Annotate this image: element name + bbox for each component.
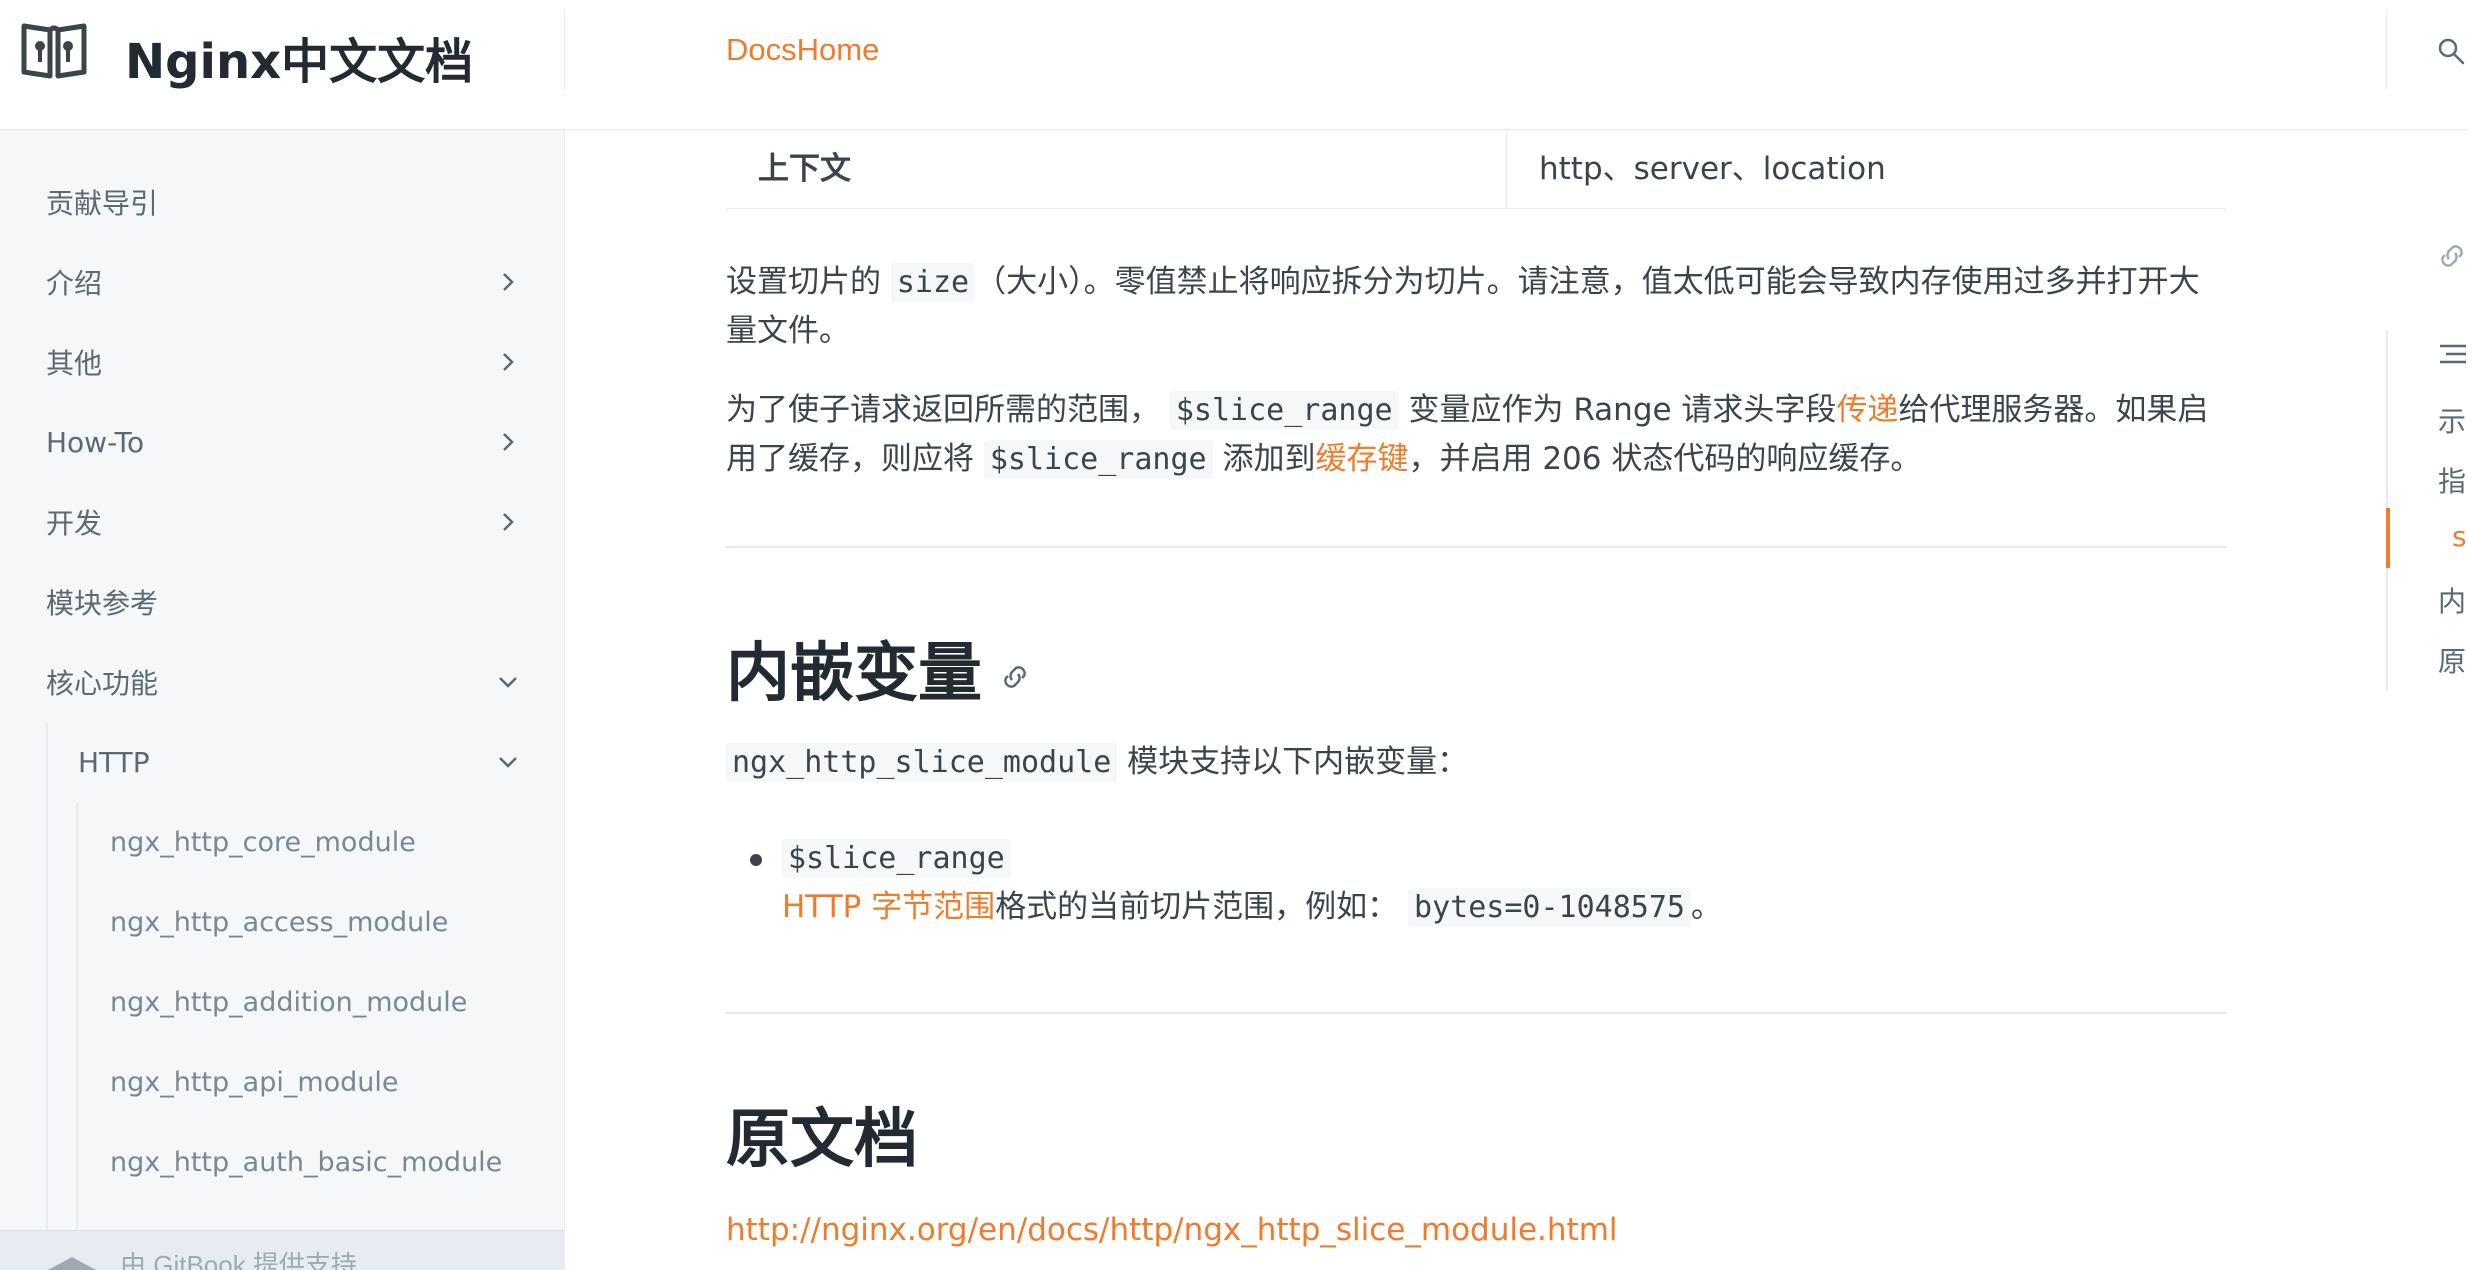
sidebar-item-label: How-To bbox=[46, 425, 145, 459]
toc-item[interactable]: 指 bbox=[2438, 460, 2466, 500]
sidebar-item-module-ref[interactable]: 模块参考 bbox=[46, 572, 526, 632]
toc-item[interactable]: 示 bbox=[2438, 400, 2466, 440]
list-item: $slice_range HTTP 字节范围格式的当前切片范围，例如： byte… bbox=[782, 834, 2226, 932]
sidebar-item-label: 其他 bbox=[46, 347, 103, 380]
proxy-pass-link[interactable]: 传递 bbox=[1836, 392, 1898, 428]
toc-item[interactable]: 内 bbox=[2438, 580, 2466, 620]
text: 为了使子请求返回所需的范围， bbox=[726, 392, 1170, 428]
text: 格式的当前切片范围，例如： bbox=[995, 889, 1409, 925]
sidebar-item-addition-module[interactable]: ngx_http_addition_module bbox=[110, 972, 526, 1032]
header-divider-right bbox=[2386, 10, 2387, 90]
chevron-down-icon[interactable] bbox=[496, 750, 520, 774]
sidebar-item-label: ngx_http_auth_basic_module bbox=[110, 1146, 503, 1178]
context-table-row: 上下文 http、server、location bbox=[726, 130, 2226, 209]
sidebar-item-intro[interactable]: 介绍 bbox=[46, 252, 526, 312]
sidebar-item-label: 开发 bbox=[46, 507, 103, 540]
inline-code: bytes=0-1048575 bbox=[1408, 888, 1691, 927]
paragraph-slice-range: 为了使子请求返回所需的范围， $slice_range 变量应作为 Range … bbox=[726, 386, 2226, 484]
paragraph-orig-link: http://nginx.org/en/docs/http/ngx_http_s… bbox=[726, 1206, 2226, 1255]
sidebar-item-label: ngx_http_access_module bbox=[110, 906, 449, 938]
docs-home-link[interactable]: DocsHome bbox=[726, 32, 879, 68]
sidebar-item-howto[interactable]: How-To bbox=[46, 412, 526, 472]
text: 添加到 bbox=[1212, 441, 1316, 477]
http-byte-range-link[interactable]: HTTP 字节范围 bbox=[782, 889, 995, 925]
search-icon[interactable] bbox=[2436, 36, 2466, 66]
inline-code: $slice_range bbox=[983, 440, 1213, 479]
toc-item-active[interactable]: s bbox=[2452, 520, 2467, 553]
sidebar-item-label: 模块参考 bbox=[46, 587, 159, 620]
heading-original-doc: 原文档 bbox=[726, 1103, 918, 1177]
sidebar-item-label: 贡献导引 bbox=[46, 187, 159, 220]
sidebar-item-core[interactable]: 核心功能 bbox=[46, 652, 526, 712]
sidebar-item-auth-basic-module[interactable]: ngx_http_auth_basic_module bbox=[110, 1132, 526, 1192]
paragraph-size: 设置切片的 size （大小）。零值禁止将响应拆分为切片。请注意，值太低可能会导致… bbox=[726, 258, 2226, 356]
footer-text: 由 GitBook 提供支持 bbox=[120, 1250, 357, 1270]
divider bbox=[726, 546, 2226, 548]
text: 设置切片的 bbox=[726, 264, 891, 300]
paragraph-module-vars: ngx_http_slice_module 模块支持以下内嵌变量： bbox=[726, 738, 2226, 787]
sidebar-item-http[interactable]: HTTP bbox=[78, 732, 526, 792]
site-title[interactable]: Nginx中文文档 bbox=[125, 22, 473, 92]
link-anchor-icon[interactable] bbox=[998, 660, 1032, 694]
sidebar-item-label: 核心功能 bbox=[46, 667, 159, 700]
sidebar-item-core-module[interactable]: ngx_http_core_module bbox=[110, 812, 526, 872]
sidebar-nav: 贡献导引 介绍 其他 How-To 开发 模块参考 核心功能 HTTP ngx_… bbox=[0, 130, 565, 1270]
table-of-contents: 示 指 s 内 原 bbox=[2386, 330, 2468, 690]
sidebar-item-develop[interactable]: 开发 bbox=[46, 492, 526, 552]
main-content: 上下文 http、server、location 设置切片的 size （大小）。… bbox=[726, 130, 2226, 1270]
sidebar-item-label: ngx_http_api_module bbox=[110, 1066, 399, 1098]
table-cell-key: 上下文 bbox=[726, 130, 1507, 208]
chevron-down-icon[interactable] bbox=[496, 670, 520, 694]
original-doc-link[interactable]: http://nginx.org/en/docs/http/ngx_http_s… bbox=[726, 1212, 1618, 1248]
sidebar-item-api-module[interactable]: ngx_http_api_module bbox=[110, 1052, 526, 1112]
sidebar-item-access-module[interactable]: ngx_http_access_module bbox=[110, 892, 526, 952]
text: 变量应作为 Range 请求头字段 bbox=[1398, 392, 1837, 428]
heading-embedded-vars: 内嵌变量 bbox=[726, 637, 982, 711]
sidebar-item-label: ngx_http_core_module bbox=[110, 826, 416, 858]
chevron-right-icon[interactable] bbox=[496, 430, 520, 454]
chevron-right-icon[interactable] bbox=[496, 510, 520, 534]
toc-item[interactable]: 原 bbox=[2438, 640, 2466, 680]
gitbook-icon bbox=[47, 1257, 97, 1270]
cache-key-link[interactable]: 缓存键 bbox=[1315, 441, 1408, 477]
toc-active-indicator bbox=[2386, 508, 2390, 568]
inline-code: size bbox=[890, 263, 976, 302]
inline-code: ngx_http_slice_module bbox=[726, 743, 1118, 782]
chevron-right-icon[interactable] bbox=[496, 270, 520, 294]
header-divider bbox=[564, 10, 565, 90]
sidebar-item-label: 介绍 bbox=[46, 267, 103, 300]
chevron-right-icon[interactable] bbox=[496, 350, 520, 374]
list-bullet bbox=[750, 854, 762, 866]
gitbook-footer[interactable]: 由 GitBook 提供支持 bbox=[0, 1230, 564, 1270]
sidebar-item-other[interactable]: 其他 bbox=[46, 332, 526, 392]
sidebar-item-label: ngx_http_addition_module bbox=[110, 986, 468, 1018]
table-cell-value: http、server、location bbox=[1539, 151, 1886, 187]
text: ，并启用 206 状态代码的响应缓存。 bbox=[1408, 441, 1922, 477]
text: 模块支持以下内嵌变量： bbox=[1117, 744, 1469, 780]
inline-code: $slice_range bbox=[782, 839, 1011, 878]
text: 。 bbox=[1690, 889, 1722, 925]
inline-code: $slice_range bbox=[1169, 391, 1399, 430]
sidebar-item-label: HTTP bbox=[78, 745, 150, 779]
tree-line bbox=[76, 802, 78, 1232]
sidebar-item-contribute[interactable]: 贡献导引 bbox=[46, 172, 526, 232]
top-header: Nginx中文文档 DocsHome bbox=[0, 0, 2468, 130]
link-icon[interactable] bbox=[2436, 240, 2468, 272]
divider bbox=[726, 1012, 2226, 1014]
book-logo-icon[interactable] bbox=[20, 20, 88, 80]
tree-line bbox=[46, 722, 48, 1232]
